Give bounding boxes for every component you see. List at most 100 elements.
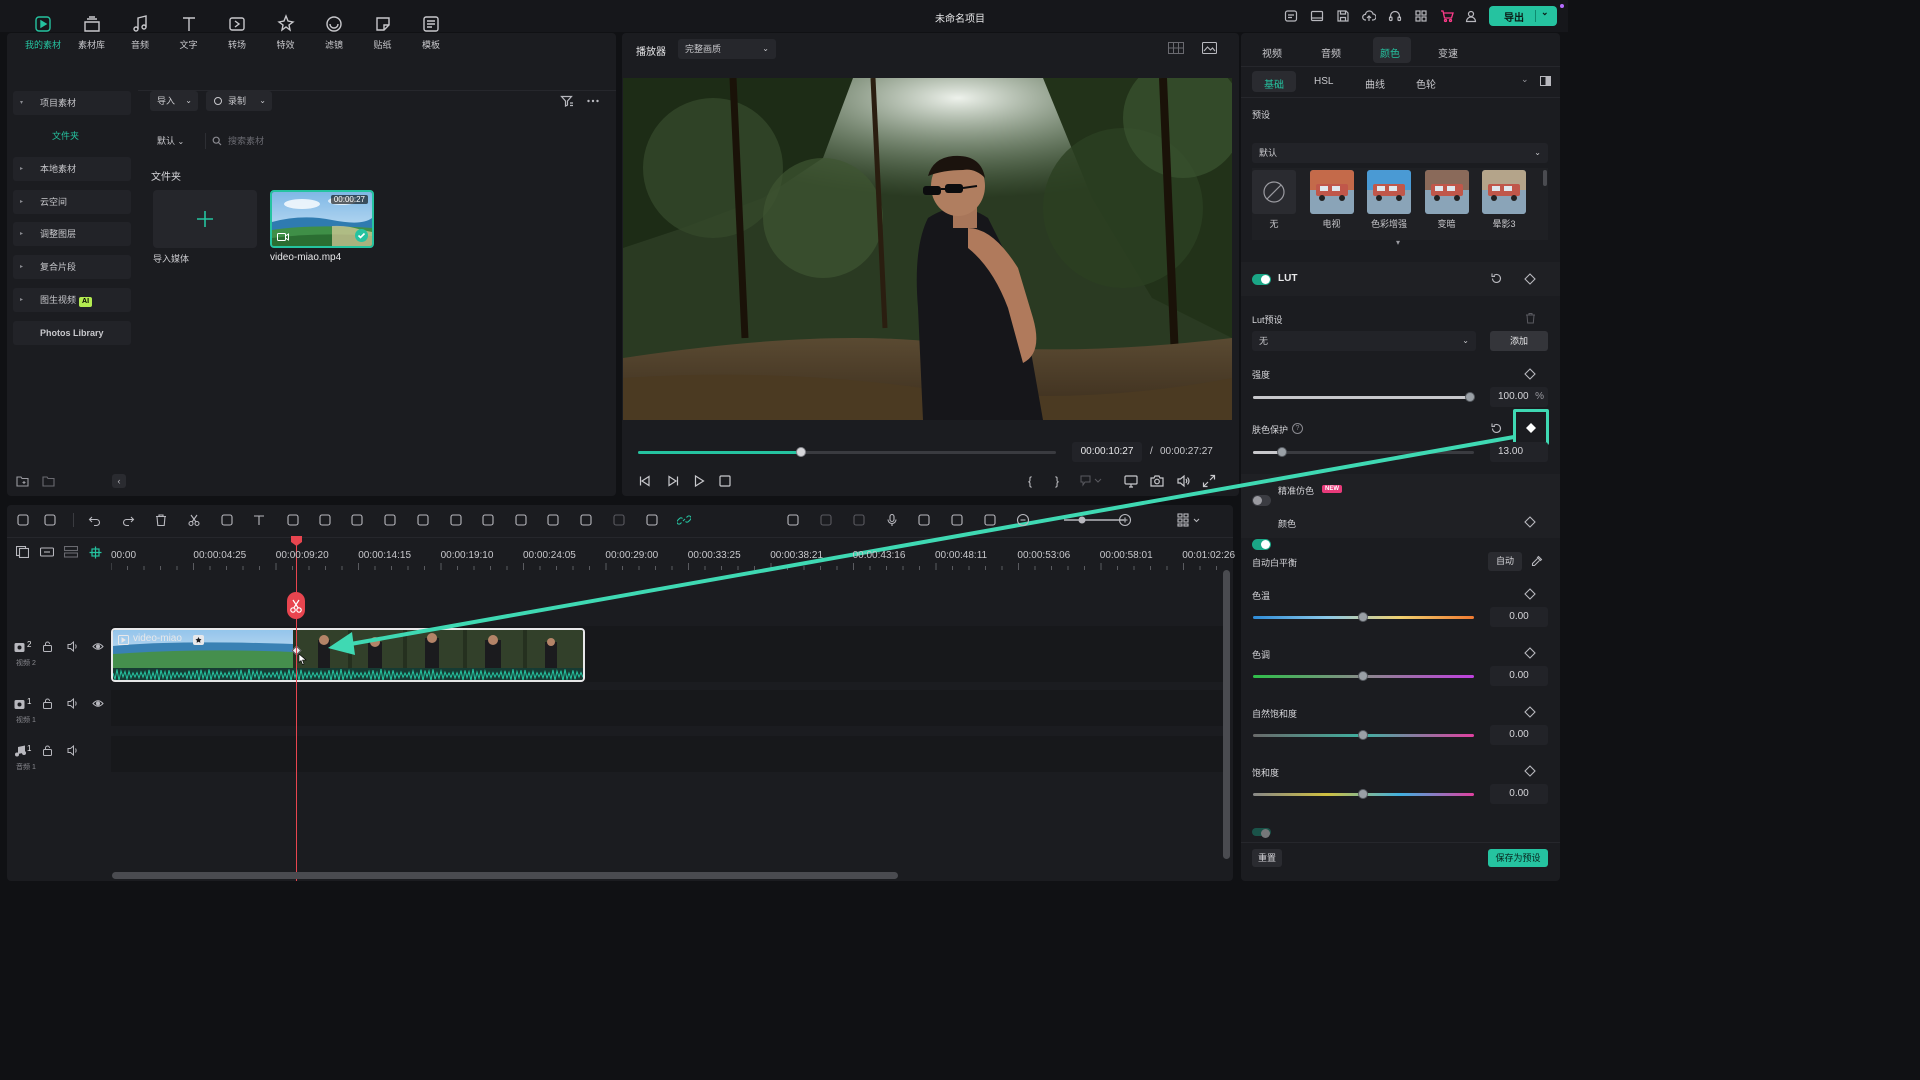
layout-icon[interactable] — [1310, 9, 1324, 23]
keyframe-diamond-icon[interactable] — [1524, 588, 1536, 600]
pip-icon[interactable] — [950, 513, 964, 527]
timeline-vertical-scrollbar[interactable] — [1223, 570, 1230, 859]
color-slider-knob[interactable] — [1358, 612, 1368, 622]
feedback-icon[interactable] — [1284, 9, 1298, 23]
timeline-horizontal-scrollbar[interactable] — [112, 872, 898, 879]
render-icon[interactable] — [786, 513, 800, 527]
lut-toggle[interactable] — [1252, 274, 1271, 285]
export-button[interactable]: 导出 ⌄ — [1489, 6, 1557, 26]
search-input[interactable]: 搜索素材 — [206, 131, 602, 151]
skin-slider-knob[interactable] — [1276, 447, 1287, 457]
auto-white-balance-button[interactable]: 自动 — [1488, 552, 1522, 571]
lut-preset-select[interactable]: 无 ⌄ — [1252, 331, 1476, 351]
save-preset-button[interactable]: 保存为预设 — [1488, 849, 1548, 867]
next-frame-icon[interactable] — [666, 474, 680, 488]
keyframe-diamond-icon[interactable] — [1524, 273, 1536, 285]
account-icon[interactable] — [1464, 9, 1478, 23]
reset-icon[interactable] — [1490, 422, 1503, 435]
link-icon[interactable] — [677, 513, 691, 527]
visibility-eye-icon[interactable] — [92, 641, 104, 652]
keyframe-active-icon[interactable] — [1525, 422, 1537, 434]
shield-icon[interactable] — [852, 513, 866, 527]
fullscreen-icon[interactable] — [1202, 474, 1216, 488]
select-tool-icon[interactable] — [43, 513, 57, 527]
headset-icon[interactable] — [1388, 9, 1402, 23]
color-slider-value[interactable]: 0.00 — [1490, 666, 1548, 686]
subtitles-icon[interactable] — [917, 513, 931, 527]
cut-icon[interactable] — [187, 513, 201, 527]
display-icon[interactable] — [1124, 474, 1138, 488]
grid-view-icon[interactable] — [1168, 42, 1184, 54]
zoom-in-icon[interactable] — [1118, 513, 1132, 527]
collapse-panel-button[interactable]: ‹ — [112, 474, 126, 488]
play-icon[interactable] — [692, 474, 706, 488]
crop-icon[interactable] — [220, 513, 234, 527]
text-tool-icon[interactable] — [252, 513, 266, 527]
lock-icon[interactable] — [42, 698, 53, 709]
precise-color-toggle[interactable] — [1252, 495, 1271, 506]
preset-thumb-2[interactable] — [1367, 170, 1411, 214]
mic-icon[interactable] — [885, 513, 899, 527]
snap-icon[interactable] — [89, 546, 102, 559]
preset-thumb-0[interactable] — [1252, 170, 1296, 214]
timeline-clip[interactable]: video-miao — [111, 628, 585, 682]
nav-item-5[interactable]: ▸ 复合片段 — [13, 255, 131, 279]
tab-1[interactable]: 音频 — [1321, 45, 1341, 60]
toolbar-music[interactable]: 音频 — [116, 14, 164, 51]
color-slider-value[interactable]: 0.00 — [1490, 725, 1548, 745]
timer-icon[interactable] — [449, 513, 463, 527]
subtab-2[interactable]: 曲线 — [1365, 76, 1385, 91]
folder-icon[interactable] — [42, 475, 55, 487]
keyframe-diamond-icon[interactable] — [1524, 706, 1536, 718]
chevron-down-icon[interactable]: ⌄ — [1541, 7, 1549, 18]
nav-item-3[interactable]: ▸ 云空间 — [13, 190, 131, 214]
mark-in-icon[interactable]: { — [1028, 474, 1032, 488]
quality-dropdown[interactable]: 完整画质 ⌄ — [678, 39, 776, 59]
color-slider-knob[interactable] — [1358, 671, 1368, 681]
apps-grid-icon[interactable] — [1414, 9, 1428, 23]
keyframe-diamond-icon[interactable] — [1524, 647, 1536, 659]
crop-zoom-icon[interactable] — [383, 513, 397, 527]
nav-item-7[interactable]: Photos Library — [13, 321, 131, 345]
tab-0[interactable]: 视频 — [1262, 45, 1282, 60]
fit-icon[interactable] — [983, 513, 997, 527]
import-dropdown[interactable]: 导入 ⌄ — [150, 91, 198, 111]
preset-thumb-3[interactable] — [1424, 170, 1469, 214]
clock-icon[interactable] — [579, 513, 593, 527]
split-scissors-button[interactable] — [287, 592, 305, 619]
lock-icon[interactable] — [42, 745, 53, 756]
color-slider-value[interactable]: 0.00 — [1490, 784, 1548, 804]
intensity-value[interactable]: 100.00% — [1490, 387, 1548, 407]
shape-icon[interactable] — [286, 513, 300, 527]
reset-button[interactable]: 重置 — [1252, 849, 1282, 867]
camera-icon[interactable] — [1150, 474, 1164, 488]
color-toggle[interactable] — [1252, 539, 1271, 550]
reset-icon[interactable] — [1490, 272, 1503, 285]
new-folder-icon[interactable] — [16, 475, 29, 487]
nav-item-2[interactable]: ▸ 本地素材 — [13, 157, 131, 181]
link-track-icon[interactable] — [40, 546, 54, 558]
more-icon[interactable] — [586, 94, 600, 108]
preset-select[interactable]: 默认 ⌄ — [1252, 143, 1548, 163]
intensity-slider-knob[interactable] — [1464, 392, 1475, 402]
sort-dropdown[interactable]: 默认 ⌄ — [150, 131, 194, 151]
subtab-1[interactable]: HSL — [1314, 76, 1333, 87]
volume-icon[interactable] — [1176, 474, 1190, 488]
undo-icon[interactable] — [88, 513, 102, 527]
preset-thumb-4[interactable] — [1482, 170, 1526, 214]
track-height-icon[interactable] — [64, 546, 78, 558]
cart-icon[interactable] — [1440, 9, 1454, 23]
import-media-tile[interactable] — [153, 190, 257, 248]
keyframe-tool-icon[interactable] — [416, 513, 430, 527]
stop-icon[interactable] — [718, 474, 732, 488]
prev-frame-icon[interactable] — [638, 474, 652, 488]
filter-sort-icon[interactable] — [560, 94, 574, 108]
edit-icon[interactable] — [546, 513, 560, 527]
mute-audio-icon[interactable] — [67, 745, 79, 756]
save-icon[interactable] — [1336, 9, 1350, 23]
layout-grid-icon[interactable] — [16, 513, 30, 527]
toolbar-media[interactable]: 我的素材 — [19, 14, 67, 51]
color-match-icon[interactable] — [350, 513, 364, 527]
speed-icon[interactable] — [318, 513, 332, 527]
mask-icon[interactable] — [481, 513, 495, 527]
